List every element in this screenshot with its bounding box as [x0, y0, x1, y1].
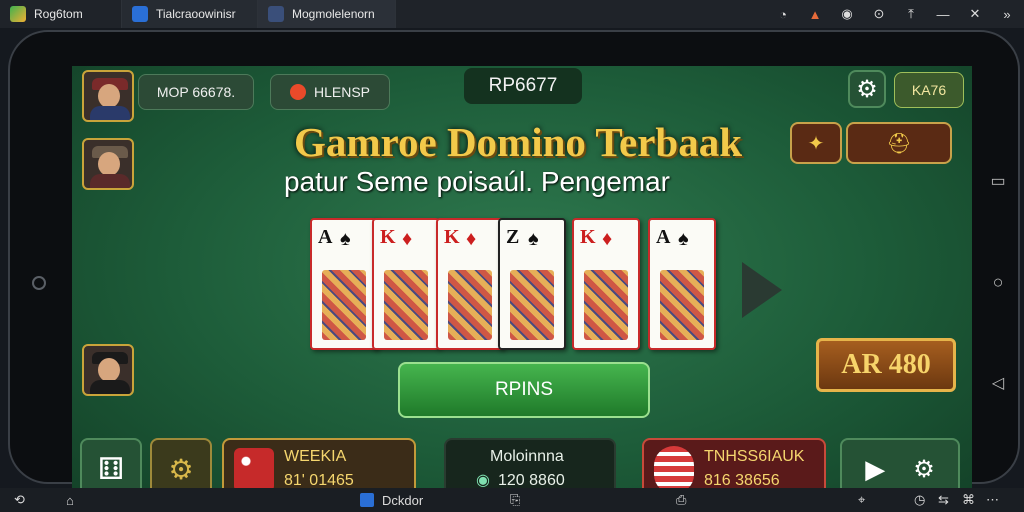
download-icon[interactable]: ⊙ [870, 5, 888, 23]
app-icon [132, 6, 148, 22]
balance-display: RP6677 [464, 68, 582, 104]
more-icon[interactable]: ⋯ [986, 490, 999, 510]
playing-card[interactable]: K ♦ [572, 218, 640, 350]
hud-chip-label: HLENSP [313, 84, 371, 100]
minimize-icon[interactable]: — [934, 5, 952, 23]
play-icon[interactable]: ▶ [865, 454, 885, 485]
recents-icon[interactable]: ▭ [989, 172, 1007, 190]
game-subtitle: patur Seme poisaúl. Pengemar [284, 166, 670, 197]
close-icon[interactable]: ✕ [966, 5, 984, 23]
tab-label: Rog6tom [34, 7, 83, 21]
tab-game[interactable]: Mogmolelenorn [258, 0, 396, 28]
card-art [660, 270, 704, 340]
player-avatar[interactable] [82, 70, 134, 122]
dock-item[interactable]: Dckdor [360, 490, 423, 510]
dice-icon: ⚅ [97, 452, 125, 486]
next-arrow-icon[interactable] [742, 262, 782, 318]
rocket-icon[interactable]: ▲ [806, 5, 824, 23]
home-circle-icon[interactable]: ○ [989, 272, 1007, 292]
pin-icon[interactable]: ⤒ [902, 5, 920, 23]
game-screen: MOP 66678. HLENSP RP6677 ⚙ KA76 Gamroe D… [72, 66, 972, 512]
top-badge[interactable]: KA76 [894, 72, 964, 108]
helmet-icon: ⛑ [886, 132, 912, 155]
location-icon[interactable]: ⌘ [962, 490, 975, 510]
dice-icon [234, 448, 274, 492]
settings-circle-icon[interactable]: ◉ [838, 5, 856, 23]
poker-chip-icon [654, 446, 694, 494]
home-icon[interactable]: ⌂ [66, 490, 74, 510]
home-app-icon [10, 6, 26, 22]
card-art [510, 270, 554, 340]
opponent-avatar-1[interactable] [82, 138, 134, 190]
ornament-button-2[interactable]: ⛑ [846, 122, 952, 164]
opponent-avatar-2[interactable] [82, 344, 134, 396]
playing-card[interactable]: K ♦ [436, 218, 504, 350]
tab-bar: Rog6tom Tialcraoowinisr Mogmolelenorn ◔ … [0, 0, 1024, 28]
emulator-window: Rog6tom Tialcraoowinisr Mogmolelenorn ◔ … [0, 0, 1024, 512]
gear-gold-icon: ⚙ [168, 453, 194, 485]
window-controls: ◔ ▲ ◉ ⊙ ⤒ — ✕ » [774, 0, 1016, 28]
bottom-toolbar: ⟲ ⌂ Dckdor ⎘ ⎙ ⌖ ◷ ⇆ ⌘ ⋯ [0, 488, 1024, 512]
card-art [384, 270, 428, 340]
center-stat-line1: Moloinnna [490, 448, 564, 465]
settings-button[interactable]: ⚙ [848, 70, 886, 108]
gear-icon[interactable]: ⚙ [913, 455, 935, 484]
player-score: MOP 66678. [138, 74, 254, 110]
playing-card[interactable]: A ♠ [648, 218, 716, 350]
apk-icon[interactable]: ⎙ [676, 490, 686, 510]
tab-home[interactable]: Rog6tom [0, 0, 122, 28]
playing-card[interactable]: Z ♠ [498, 218, 566, 350]
gamepad-icon[interactable]: ⌖ [858, 490, 865, 510]
ar-badge[interactable]: AR 480 [816, 338, 956, 392]
game-app-icon [268, 6, 284, 22]
back-icon[interactable]: ⟲ [14, 490, 25, 510]
tab-label: Mogmolelenorn [292, 7, 375, 21]
ornament-button-1[interactable]: ✦ [790, 122, 842, 164]
back-triangle-icon[interactable]: ◁ [989, 374, 1007, 392]
playing-card[interactable]: K ♦ [372, 218, 440, 350]
circle-icon[interactable]: ◔ [774, 5, 792, 23]
dock-label: Dckdor [382, 492, 424, 508]
card-art [584, 270, 628, 340]
hud-chip-button[interactable]: HLENSP [270, 74, 390, 110]
device-nav-bar: ▭ ○ ◁ [978, 172, 1018, 392]
gear-icon: ⚙ [856, 75, 878, 103]
clock-icon: ◉ [476, 472, 490, 489]
spin-button[interactable]: RPINS [398, 362, 650, 418]
tab-label: Tialcraoowinisr [156, 7, 236, 21]
clock-icon[interactable]: ◷ [914, 490, 925, 510]
camera-dot [32, 276, 46, 290]
expand-icon[interactable]: » [998, 5, 1016, 23]
ornament-icon: ✦ [807, 132, 825, 155]
card-art [322, 270, 366, 340]
playing-card[interactable]: A ♠ [310, 218, 378, 350]
card-art [448, 270, 492, 340]
game-title: Gamroe Domino Terbaak [294, 119, 742, 165]
shake-icon[interactable]: ⇆ [938, 490, 949, 510]
device-frame: ▭ ○ ◁ MOP 66678. HLENSP RP6677 ⚙ KA76 Ga… [8, 30, 1020, 512]
chip-icon [289, 84, 306, 100]
dock-icon [360, 493, 374, 507]
tab-app-2[interactable]: Tialcraoowinisr [122, 0, 258, 28]
screenshot-icon[interactable]: ⎘ [510, 490, 520, 510]
